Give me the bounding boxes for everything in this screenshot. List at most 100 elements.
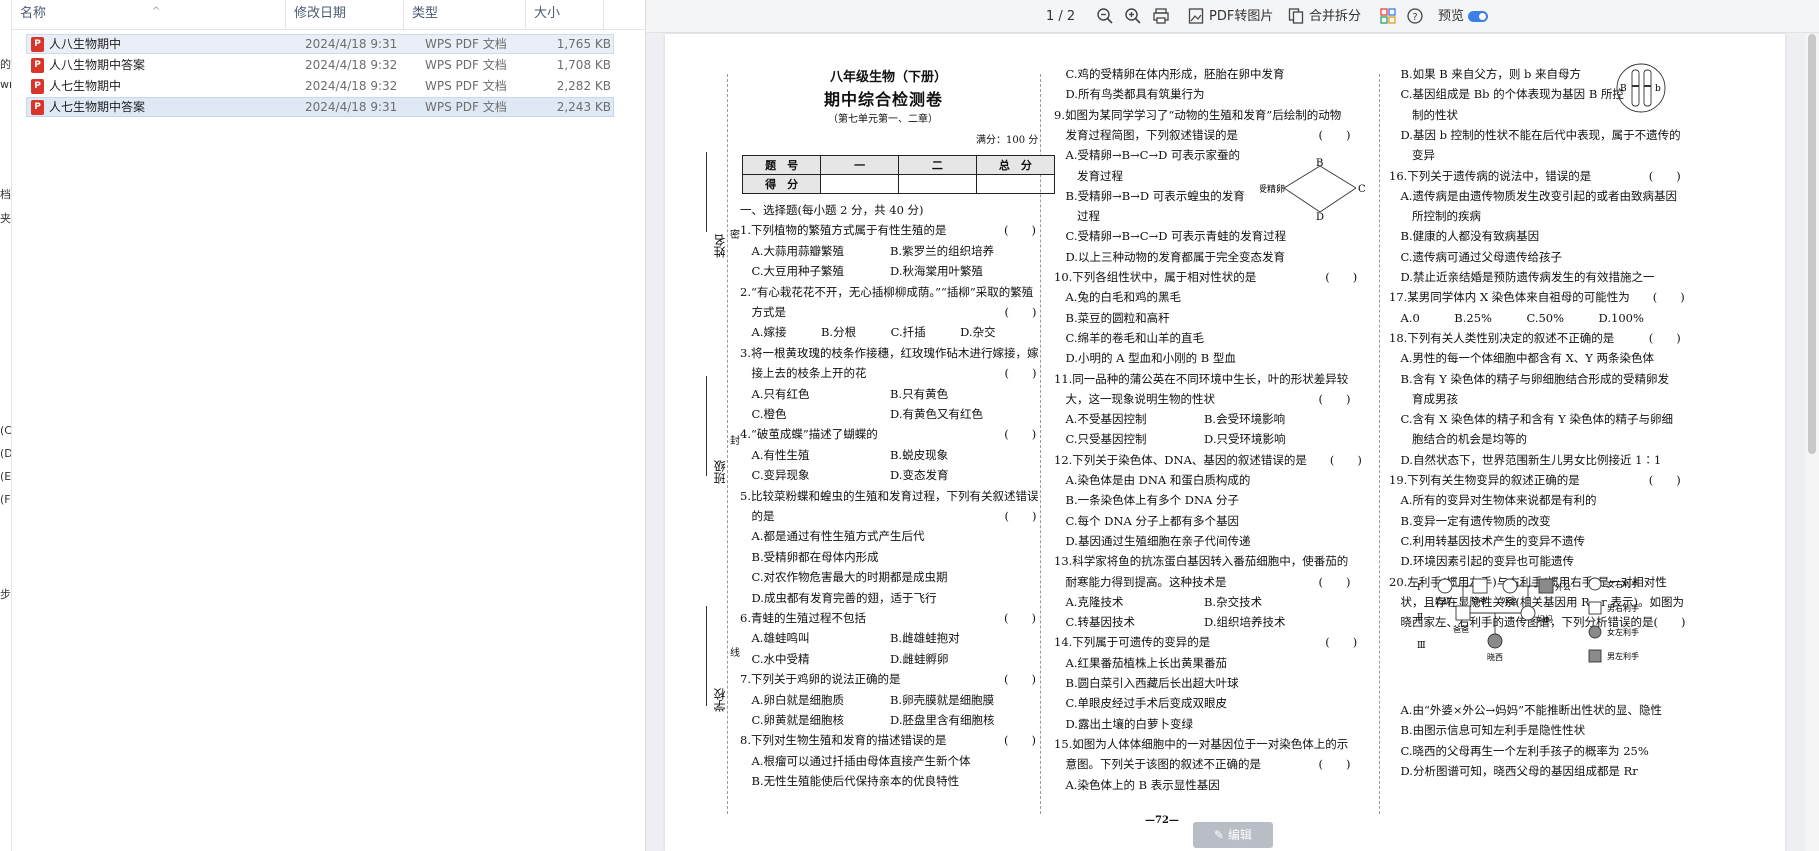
nav-item[interactable]: (C — [0, 424, 11, 437]
cycle-node-c: C — [1358, 184, 1366, 195]
nav-item[interactable]: wn — [0, 78, 11, 91]
file-size: 2,243 KB — [556, 100, 611, 114]
question-line: 6.青蛙的生殖过程不包括 ( ) — [740, 611, 1036, 625]
column-name-header[interactable]: 名称 ^ — [12, 0, 286, 30]
question-line: 19.下列有关生物变异的叙述正确的是 ( ) — [1389, 473, 1681, 487]
pedigree-label: 外婆 — [1501, 596, 1517, 606]
file-date: 2024/4/18 9:32 — [305, 79, 398, 93]
pedigree-label: 爸爸 — [1453, 624, 1469, 634]
pdf-file-icon: P — [31, 58, 44, 73]
pdf-to-image-button[interactable]: PDF转图片 — [1209, 7, 1273, 27]
question-line: C.每个 DNA 分子上都有多个基因 — [1054, 513, 1239, 528]
question-line: A.染色体上的 B 表示显性基因 — [1054, 777, 1220, 792]
pencil-icon: ✎ — [1214, 828, 1228, 842]
question-line: A.克隆技术 B.杂交技术 — [1054, 594, 1263, 609]
edit-button[interactable]: ✎ 编辑 — [1193, 822, 1273, 848]
full-mark: 满分：100 分 — [976, 135, 1039, 146]
allele-label: B — [1620, 84, 1627, 94]
merge-split-button[interactable]: 合并拆分 — [1309, 7, 1361, 27]
question-line: A.0 B.25% C.50% D.100% — [1389, 310, 1644, 325]
score-cell — [975, 174, 1056, 194]
zoom-in-icon[interactable] — [1124, 7, 1142, 27]
pdf-to-image-icon[interactable] — [1188, 7, 1204, 27]
score-table-row-label: 得 分 — [741, 174, 822, 194]
question-line: C.大豆用种子繁殖 D.秋海棠用叶繁殖 — [740, 264, 984, 279]
question-line: B.如果 B 来自父方，则 b 来自母方 — [1389, 67, 1582, 81]
question-line: 过程 — [1054, 209, 1100, 224]
question-line: B.健康的人都没有致病基因 — [1389, 229, 1540, 244]
nav-item[interactable]: 夹 — [0, 210, 11, 226]
score-table-header: 总 分 — [975, 155, 1056, 175]
file-row[interactable]: P 人七生物期中 2024/4/18 9:32 WPS PDF 文档 2,282… — [26, 76, 614, 96]
question-line: A.兔的白毛和鸡的黑毛 — [1054, 290, 1181, 305]
column-header: 名称 ^ 修改日期 类型 大小 — [12, 0, 646, 30]
question-line: 制的性状 — [1389, 107, 1458, 122]
question-line: C.只受基因控制 D.只受环境影响 — [1054, 432, 1286, 447]
question-line: B.变异一定有遗传物质的改变 — [1389, 513, 1551, 528]
question-line: B.圆白菜引入西藏后长出超大叶球 — [1054, 676, 1239, 690]
pedigree-label: 妈妈 — [1537, 614, 1553, 624]
zoom-out-icon[interactable] — [1096, 7, 1114, 27]
question-line: A.嫁接 B.分根 C.扦插 D.杂交 — [740, 325, 996, 340]
print-icon[interactable] — [1152, 7, 1170, 27]
column-type-header[interactable]: 类型 — [404, 0, 526, 30]
preview-toggle[interactable] — [1468, 11, 1488, 22]
nav-item[interactable]: 的 — [0, 56, 11, 72]
file-date: 2024/4/18 9:32 — [305, 58, 398, 72]
preview-toolbar: 1 / 2 PDF转图片 合并拆分 ? 预览 — [646, 0, 1819, 33]
question-line: C.单眼皮经过手术后变成双眼皮 — [1054, 696, 1228, 711]
allele-label: b — [1655, 84, 1661, 94]
question-line: 意图。下列关于该图的叙述不正确的是 ( ) — [1054, 757, 1351, 772]
nav-item[interactable]: (E — [0, 470, 11, 483]
file-name: 人八生物期中 — [49, 37, 122, 51]
question-line: C.水中受精 D.雌蛙孵卵 — [740, 651, 949, 666]
question-line: 1.下列植物的繁殖方式属于有性生殖的是 ( ) — [740, 223, 1036, 238]
file-name: 人八生物期中答案 — [49, 58, 146, 72]
question-line: 4.“破茧成蝶”描述了蝴蝶的 ( ) — [740, 427, 1037, 442]
file-row[interactable]: P 人七生物期中答案 2024/4/18 9:31 WPS PDF 文档 2,2… — [26, 97, 614, 117]
question-line: A.受精卵→B→C→D 可表示家蚕的 — [1054, 148, 1240, 163]
development-cycle-figure: B C D 受精卵 — [1260, 158, 1366, 220]
question-line: D.所有鸟类都具有筑巢行为 — [1054, 87, 1205, 102]
score-table-header: 二 — [897, 155, 977, 175]
file-row[interactable]: P 人八生物期中答案 2024/4/18 9:32 WPS PDF 文档 1,7… — [26, 55, 614, 75]
nav-item[interactable]: 步 — [0, 586, 11, 602]
question-line: 11.同一品种的蒲公英在不同环境中生长，叶的形状差异较 — [1054, 371, 1349, 386]
page-counter: 1 / 2 — [1046, 9, 1076, 24]
merge-split-icon[interactable] — [1288, 7, 1304, 27]
navigation-pane[interactable]: 的 wn 档 夹 (C (D (E (F 步 — [0, 0, 12, 851]
question-line: C.卵黄就是细胞核 D.胚盘里含有细胞核 — [740, 713, 995, 727]
pedigree-label: 爷爷 — [1471, 596, 1487, 606]
question-line: 8.下列对生物生殖和发育的描述错误的是 ( ) — [740, 733, 1036, 748]
apps-grid-icon[interactable] — [1380, 7, 1396, 27]
nav-item[interactable]: (D — [0, 447, 11, 460]
pdf-file-icon: P — [31, 37, 44, 52]
score-cell — [897, 174, 977, 194]
generation-label: Ⅰ — [1417, 583, 1421, 593]
paper-subtitle: 期中综合检测卷 — [824, 90, 944, 109]
column-size-header[interactable]: 大小 — [526, 0, 604, 30]
binding-name-label: 姓名 — [713, 234, 727, 258]
pedigree-figure: Ⅰ Ⅱ Ⅲ 奶奶 爷爷 外婆 外公 爸爸 妈妈 晓西 女右利手 男右利手 女左利… — [1417, 577, 1639, 663]
paper-title: 八年级生物（下册） — [830, 70, 948, 85]
score-cell — [820, 174, 899, 194]
question-line: 育成男孩 — [1389, 391, 1458, 406]
question-line: C.遗传病可通过父母遗传给孩子 — [1389, 249, 1563, 264]
question-line: 的是 ( ) — [740, 509, 1037, 523]
file-row[interactable]: P 人八生物期中 2024/4/18 9:31 WPS PDF 文档 1,765… — [26, 34, 614, 54]
column-date-header[interactable]: 修改日期 — [286, 0, 404, 30]
question-line: C.基因组成是 Bb 的个体表现为基因 B 所控 — [1389, 87, 1624, 102]
help-icon[interactable]: ? — [1406, 7, 1424, 27]
pedigree-label: 晓西 — [1487, 652, 1503, 662]
file-size: 1,708 KB — [556, 58, 611, 72]
question-line: A.由“外婆×外公→妈妈”不能推断出性状的显、隐性 — [1389, 703, 1662, 717]
nav-item[interactable]: (F — [0, 493, 11, 506]
legend-label: 男右利手 — [1607, 603, 1639, 613]
cut-line — [727, 74, 728, 814]
nav-item[interactable]: 档 — [0, 186, 11, 202]
question-line: 方式是 ( ) — [740, 305, 1037, 319]
scrollbar-thumb[interactable] — [1808, 34, 1816, 454]
question-line: C.绵羊的卷毛和山羊的直毛 — [1054, 330, 1205, 345]
binding-line — [706, 152, 707, 232]
question-line: 变异 — [1389, 148, 1435, 163]
